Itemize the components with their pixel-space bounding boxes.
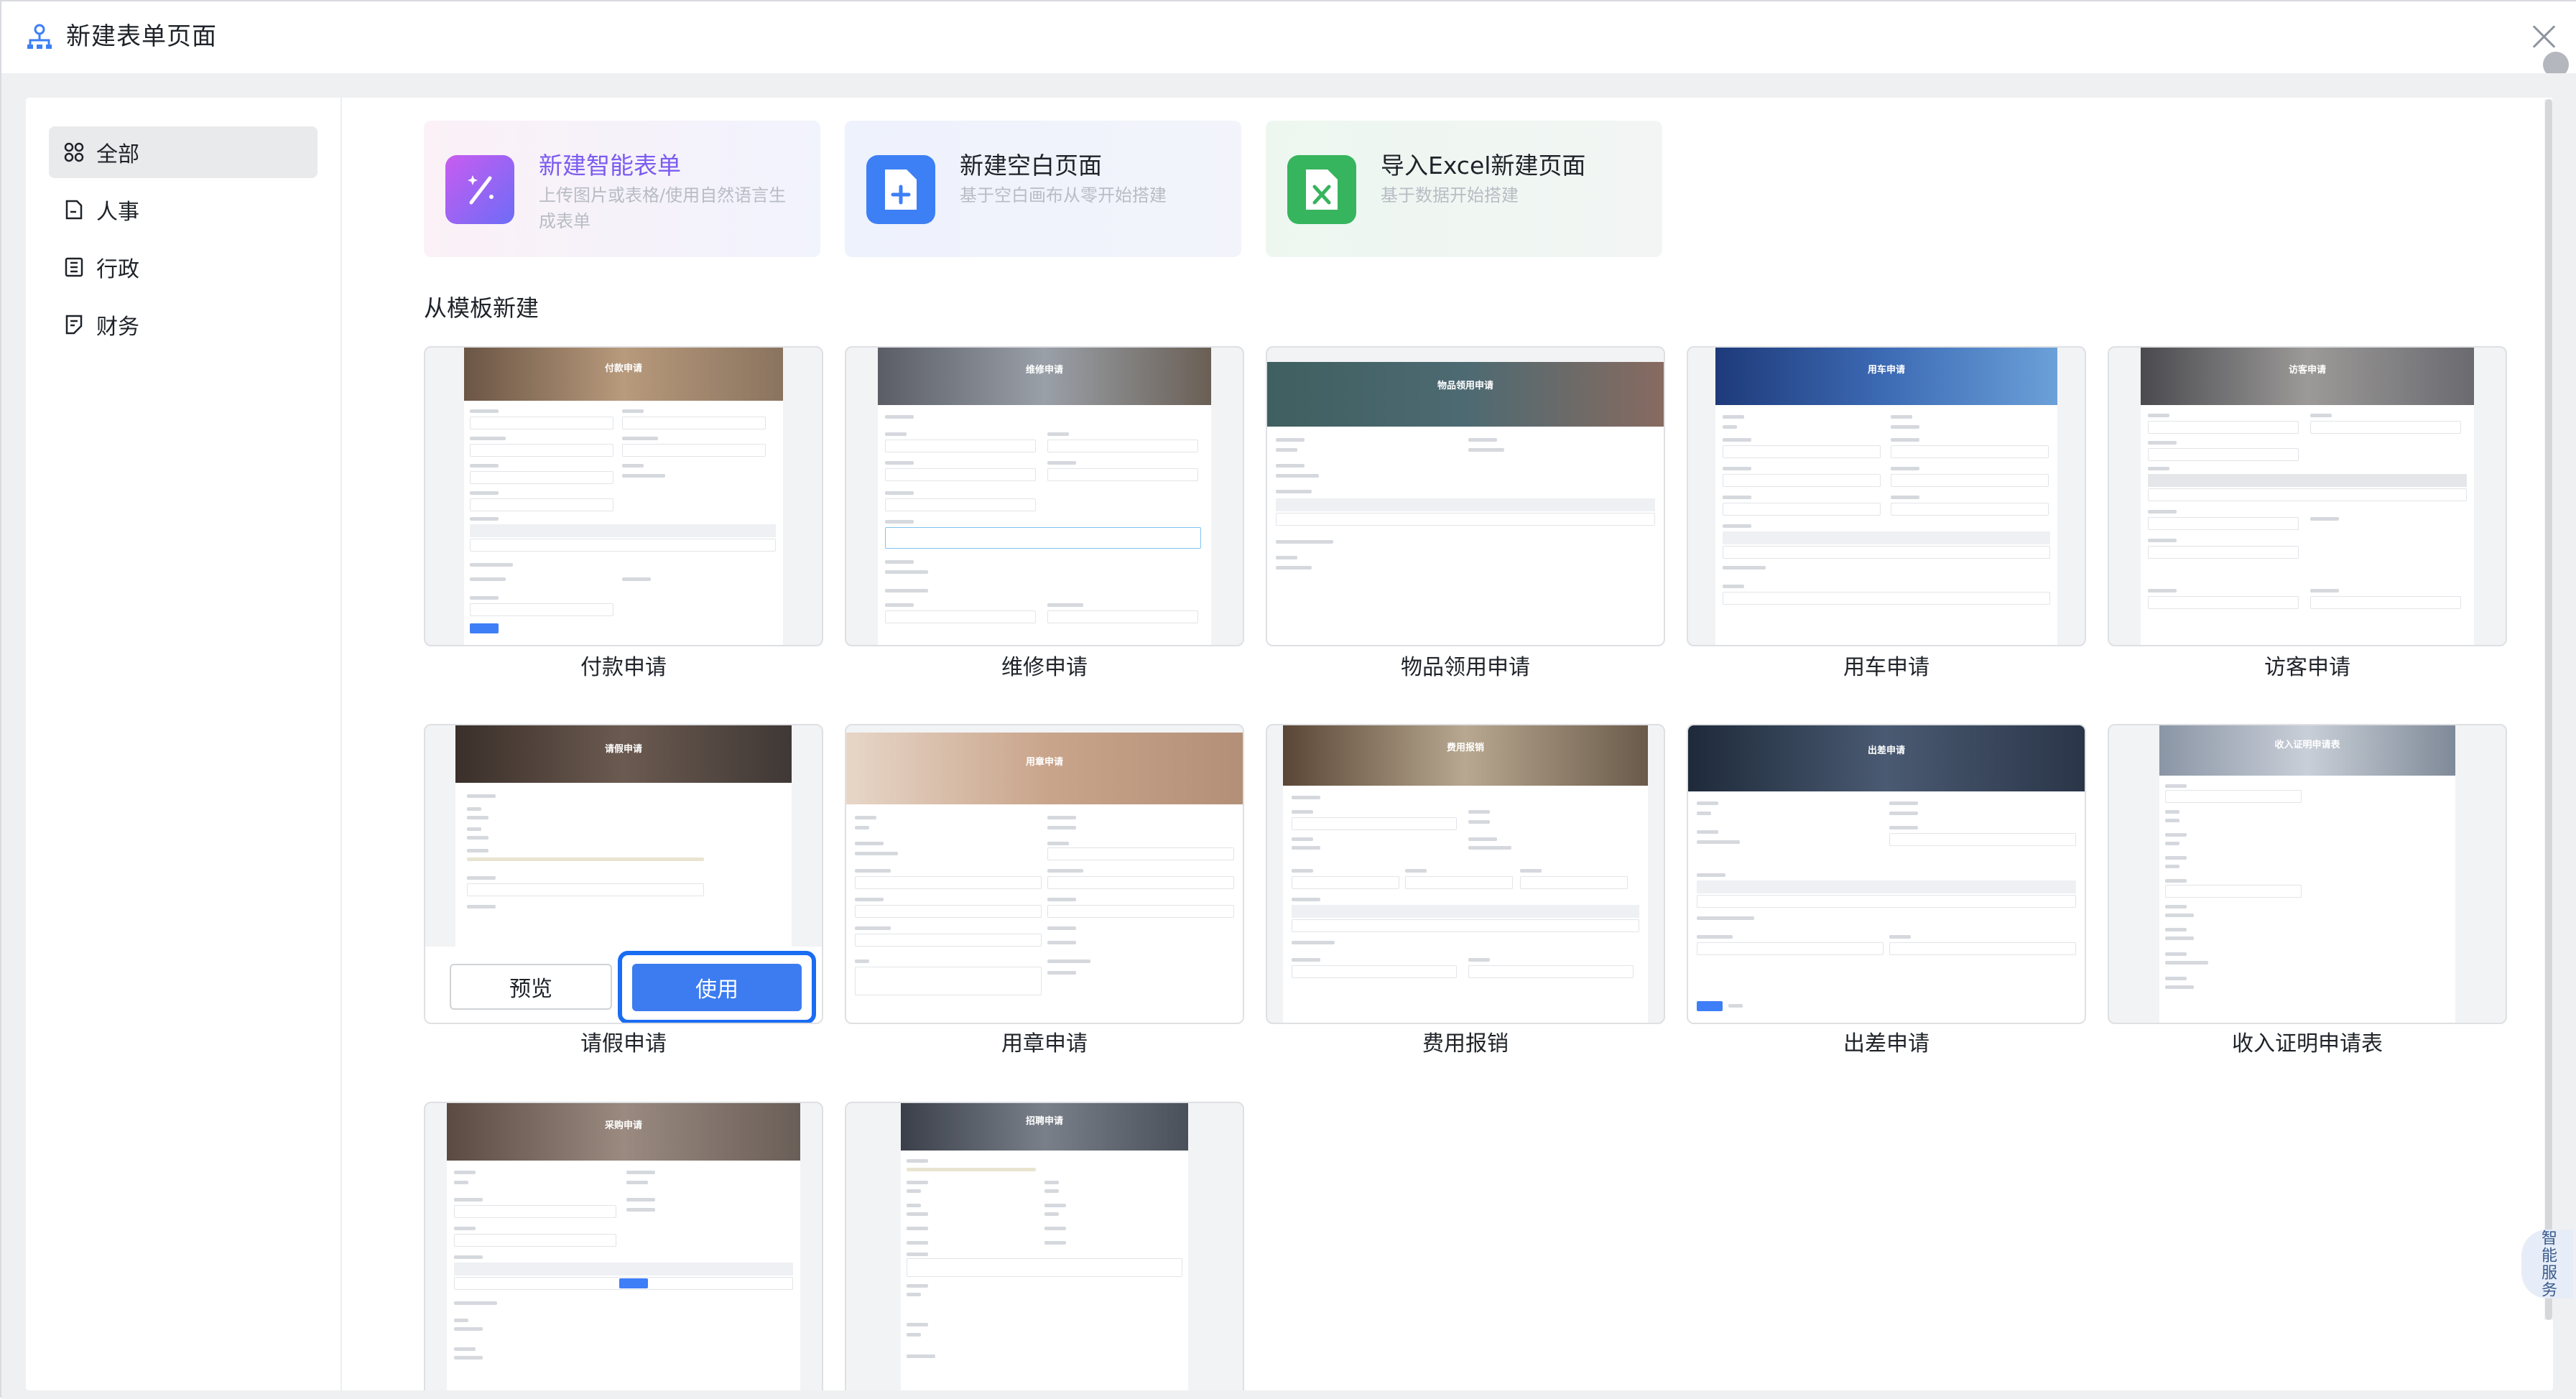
smart-service-label: 智能服务: [2539, 1230, 2557, 1298]
template-banner: 收入证明申请表: [2159, 725, 2455, 776]
template-thumbnail: 用车申请: [1715, 348, 2057, 645]
sidebar-item-finance[interactable]: 财务: [49, 299, 318, 350]
banner-title: 用章申请: [1025, 757, 1063, 768]
template-banner: 付款申请: [464, 348, 783, 401]
create-blank-page-card[interactable]: 新建空白页面 基于空白画布从零开始搭建: [845, 121, 1241, 257]
create-option-desc: 基于数据开始搭建: [1381, 185, 1519, 205]
sidebar-item-label: 全部: [96, 142, 139, 167]
grid-icon: [63, 141, 85, 163]
template-card-leave[interactable]: 请假申请 预览 使用: [424, 724, 823, 1024]
finance-doc-icon: [63, 314, 85, 335]
sidebar-item-all[interactable]: 全部: [49, 126, 318, 178]
template-thumbnail: 收入证明申请表: [2159, 725, 2455, 1023]
preview-button[interactable]: 预览: [450, 964, 612, 1010]
import-excel-card[interactable]: 导入Excel新建页面 基于数据开始搭建: [1266, 121, 1662, 257]
template-thumbnail: 访客申请: [2141, 348, 2474, 645]
template-card-recruitment[interactable]: 招聘申请: [845, 1102, 1244, 1390]
template-banner: 请假申请: [455, 725, 792, 783]
template-banner: 采购申请: [447, 1103, 800, 1161]
template-thumbnail: 用章申请: [846, 733, 1243, 1023]
template-card-visitor[interactable]: 访客申请: [2108, 346, 2507, 646]
templates-section-title: 从模板新建: [424, 294, 539, 322]
template-banner: 用章申请: [846, 733, 1243, 804]
template-card-payment[interactable]: 付款申请: [424, 346, 823, 646]
magic-wand-icon: [445, 155, 514, 224]
template-card-purchase[interactable]: 采购申请: [424, 1102, 823, 1390]
new-page-icon: [866, 155, 935, 224]
building-icon: [63, 256, 85, 278]
sidebar-item-admin[interactable]: 行政: [49, 241, 318, 293]
template-thumbnail: 维修申请: [878, 348, 1211, 645]
dialog-window: 新建表单页面 全部 人事 行政 财务 新建智能表单 上传图片或表格/使用自然语言…: [0, 0, 2576, 1399]
template-hover-actions: 预览 使用: [425, 947, 822, 1023]
sidebar-item-hr[interactable]: 人事: [49, 184, 318, 236]
sidebar-item-label: 行政: [96, 257, 139, 282]
banner-title: 采购申请: [604, 1120, 642, 1131]
template-banner: 用车申请: [1715, 348, 2057, 405]
banner-title: 维修申请: [1025, 365, 1063, 376]
template-name: 用车申请: [1843, 655, 1929, 680]
smart-service-button[interactable]: 智能服务: [2521, 1230, 2573, 1298]
template-main-area: 新建智能表单 上传图片或表格/使用自然语言生成表单 新建空白页面 基于空白画布从…: [342, 98, 2553, 1390]
scroll-thumb[interactable]: [2545, 99, 2552, 1320]
use-button[interactable]: 使用: [632, 964, 802, 1011]
template-thumbnail: 招聘申请: [901, 1103, 1188, 1390]
template-card-income-proof[interactable]: 收入证明申请表: [2108, 724, 2507, 1024]
content-panel: 全部 人事 行政 财务 新建智能表单 上传图片或表格/使用自然语言生成表单 新建…: [26, 98, 2553, 1390]
document-icon: [63, 199, 85, 220]
template-name: 访客申请: [2264, 655, 2350, 680]
template-name: 收入证明申请表: [2232, 1031, 2383, 1056]
org-chart-icon: [27, 24, 52, 49]
sidebar-item-label: 财务: [96, 315, 139, 340]
use-button-focus-ring: 使用: [618, 951, 816, 1023]
template-name: 请假申请: [580, 1031, 667, 1056]
create-option-title: 新建空白页面: [960, 152, 1102, 180]
template-name: 维修申请: [1001, 655, 1088, 680]
template-thumbnail: 出差申请: [1688, 725, 2085, 1023]
template-card-business-trip[interactable]: 出差申请: [1687, 724, 2086, 1024]
category-sidebar: 全部 人事 行政 财务: [26, 98, 342, 1390]
banner-title: 收入证明申请表: [2274, 740, 2340, 750]
sidebar-item-label: 人事: [96, 200, 139, 225]
template-card-repair[interactable]: 维修申请: [845, 346, 1244, 646]
template-name: 用章申请: [1001, 1031, 1088, 1056]
create-option-desc: 基于空白画布从零开始搭建: [960, 185, 1167, 205]
template-card-vehicle[interactable]: 用车申请: [1687, 346, 2086, 646]
template-name: 付款申请: [580, 655, 667, 680]
create-option-title: 新建智能表单: [539, 152, 681, 180]
dialog-title: 新建表单页面: [66, 22, 217, 51]
banner-title: 费用报销: [1446, 743, 1484, 753]
template-banner: 访客申请: [2141, 348, 2474, 405]
banner-title: 物品领用申请: [1437, 381, 1493, 391]
template-name: 物品领用申请: [1401, 655, 1530, 680]
dialog-body: 全部 人事 行政 财务 新建智能表单 上传图片或表格/使用自然语言生成表单 新建…: [1, 73, 2576, 1399]
excel-icon: [1287, 155, 1356, 224]
create-option-desc: 上传图片或表格/使用自然语言生成表单: [539, 185, 787, 231]
close-icon[interactable]: [2530, 23, 2557, 50]
template-thumbnail: 费用报销: [1283, 725, 1648, 1023]
banner-title: 付款申请: [604, 363, 642, 374]
create-option-title: 导入Excel新建页面: [1381, 152, 1586, 180]
template-card-supplies[interactable]: 物品领用申请: [1266, 346, 1665, 646]
template-name: 费用报销: [1422, 1031, 1509, 1056]
banner-title: 出差申请: [1867, 745, 1905, 756]
scrollbar[interactable]: [2544, 99, 2553, 1320]
template-thumbnail: 付款申请: [464, 348, 783, 645]
banner-title: 招聘申请: [1025, 1116, 1063, 1127]
template-name: 出差申请: [1843, 1031, 1929, 1056]
banner-title: 请假申请: [604, 744, 642, 755]
template-banner: 物品领用申请: [1267, 362, 1664, 427]
template-banner: 费用报销: [1283, 725, 1648, 786]
template-thumbnail: 采购申请: [447, 1103, 800, 1390]
template-card-seal[interactable]: 用章申请: [845, 724, 1244, 1024]
title-bar: 新建表单页面: [1, 1, 2576, 78]
template-banner: 招聘申请: [901, 1103, 1188, 1151]
banner-title: 访客申请: [2288, 365, 2326, 376]
template-banner: 出差申请: [1688, 725, 2085, 791]
banner-title: 用车申请: [1867, 365, 1905, 376]
template-card-expense[interactable]: 费用报销: [1266, 724, 1665, 1024]
template-thumbnail: 物品领用申请: [1267, 362, 1664, 645]
template-banner: 维修申请: [878, 348, 1211, 405]
create-smart-form-card[interactable]: 新建智能表单 上传图片或表格/使用自然语言生成表单: [424, 121, 820, 257]
